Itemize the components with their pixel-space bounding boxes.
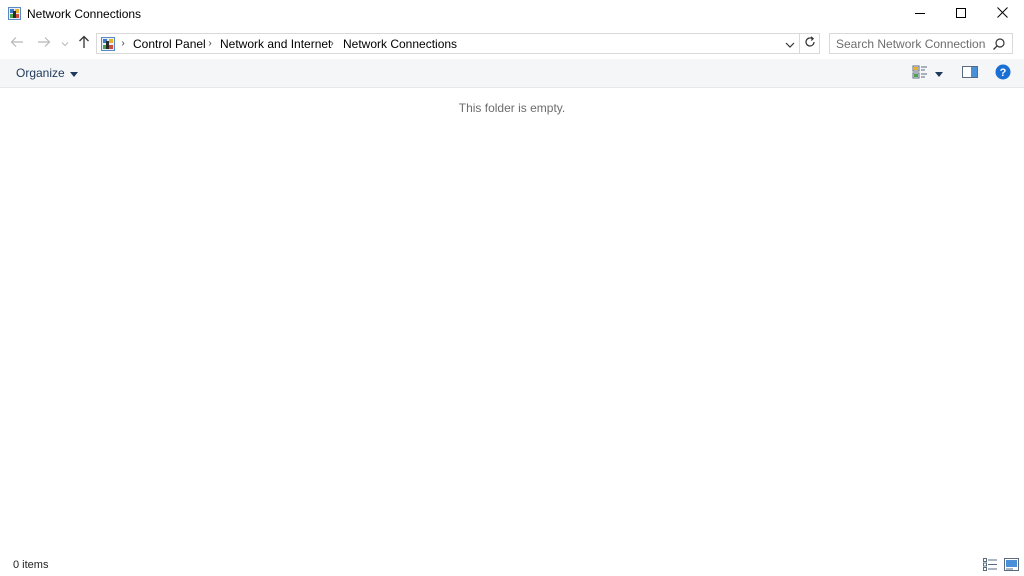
item-count: 0 items	[13, 559, 49, 571]
arrow-right-icon	[37, 36, 51, 51]
search-box[interactable]	[829, 33, 1013, 54]
arrow-up-icon	[78, 35, 90, 52]
change-view-button[interactable]	[910, 64, 930, 82]
view-options-dropdown[interactable]	[932, 64, 946, 82]
back-button[interactable]	[7, 34, 27, 52]
caret-down-icon	[935, 66, 943, 80]
control-panel-icon	[100, 36, 116, 52]
command-bar: Organize ?	[0, 59, 1024, 88]
close-icon	[997, 7, 1008, 21]
breadcrumb-separator[interactable]: ›	[205, 37, 215, 51]
details-view-icon[interactable]	[983, 558, 998, 571]
search-input[interactable]	[836, 36, 986, 51]
help-icon: ?	[995, 64, 1011, 83]
minimize-icon	[914, 7, 925, 21]
status-bar: 0 items	[0, 555, 1024, 576]
breadcrumb-separator[interactable]: ›	[118, 37, 128, 51]
breadcrumb-separator[interactable]: ›	[327, 37, 337, 51]
organize-button[interactable]: Organize	[10, 63, 84, 83]
refresh-icon	[804, 36, 816, 51]
help-button[interactable]: ?	[993, 64, 1013, 82]
chevron-down-icon	[61, 36, 69, 50]
svg-text:?: ?	[1000, 67, 1007, 79]
window-title: Network Connections	[27, 7, 142, 21]
file-list-area[interactable]: This folder is empty.	[0, 89, 1024, 554]
large-icons-view-icon[interactable]	[1004, 558, 1019, 571]
minimize-button[interactable]	[899, 0, 940, 28]
address-bar[interactable]: › Control Panel › Network and Internet ›…	[96, 33, 800, 54]
title-bar: Network Connections	[0, 0, 1024, 28]
up-button[interactable]	[74, 34, 94, 52]
maximize-icon	[955, 7, 966, 21]
close-button[interactable]	[982, 0, 1023, 28]
organize-label: Organize	[16, 66, 65, 80]
preview-pane-icon	[962, 65, 978, 81]
navigation-bar: › Control Panel › Network and Internet ›…	[0, 30, 1024, 56]
breadcrumb-control-panel[interactable]: Control Panel	[133, 37, 206, 51]
maximize-button[interactable]	[940, 0, 981, 28]
arrow-left-icon	[10, 36, 24, 51]
breadcrumb-network-and-internet[interactable]: Network and Internet	[220, 37, 331, 51]
preview-pane-button[interactable]	[960, 64, 980, 82]
chevron-down-icon	[785, 37, 795, 51]
empty-folder-message: This folder is empty.	[458, 101, 566, 115]
refresh-button[interactable]	[800, 33, 820, 54]
forward-button[interactable]	[34, 34, 54, 52]
network-connections-icon	[7, 6, 22, 21]
address-history-button[interactable]	[781, 34, 799, 53]
breadcrumb-network-connections[interactable]: Network Connections	[343, 37, 457, 51]
view-options-icon	[912, 65, 928, 82]
recent-locations-button[interactable]	[59, 34, 71, 52]
search-icon[interactable]	[992, 37, 1006, 51]
explorer-window: Network Connections › Control Panel › Ne…	[0, 0, 1024, 576]
caret-down-icon	[69, 66, 78, 80]
